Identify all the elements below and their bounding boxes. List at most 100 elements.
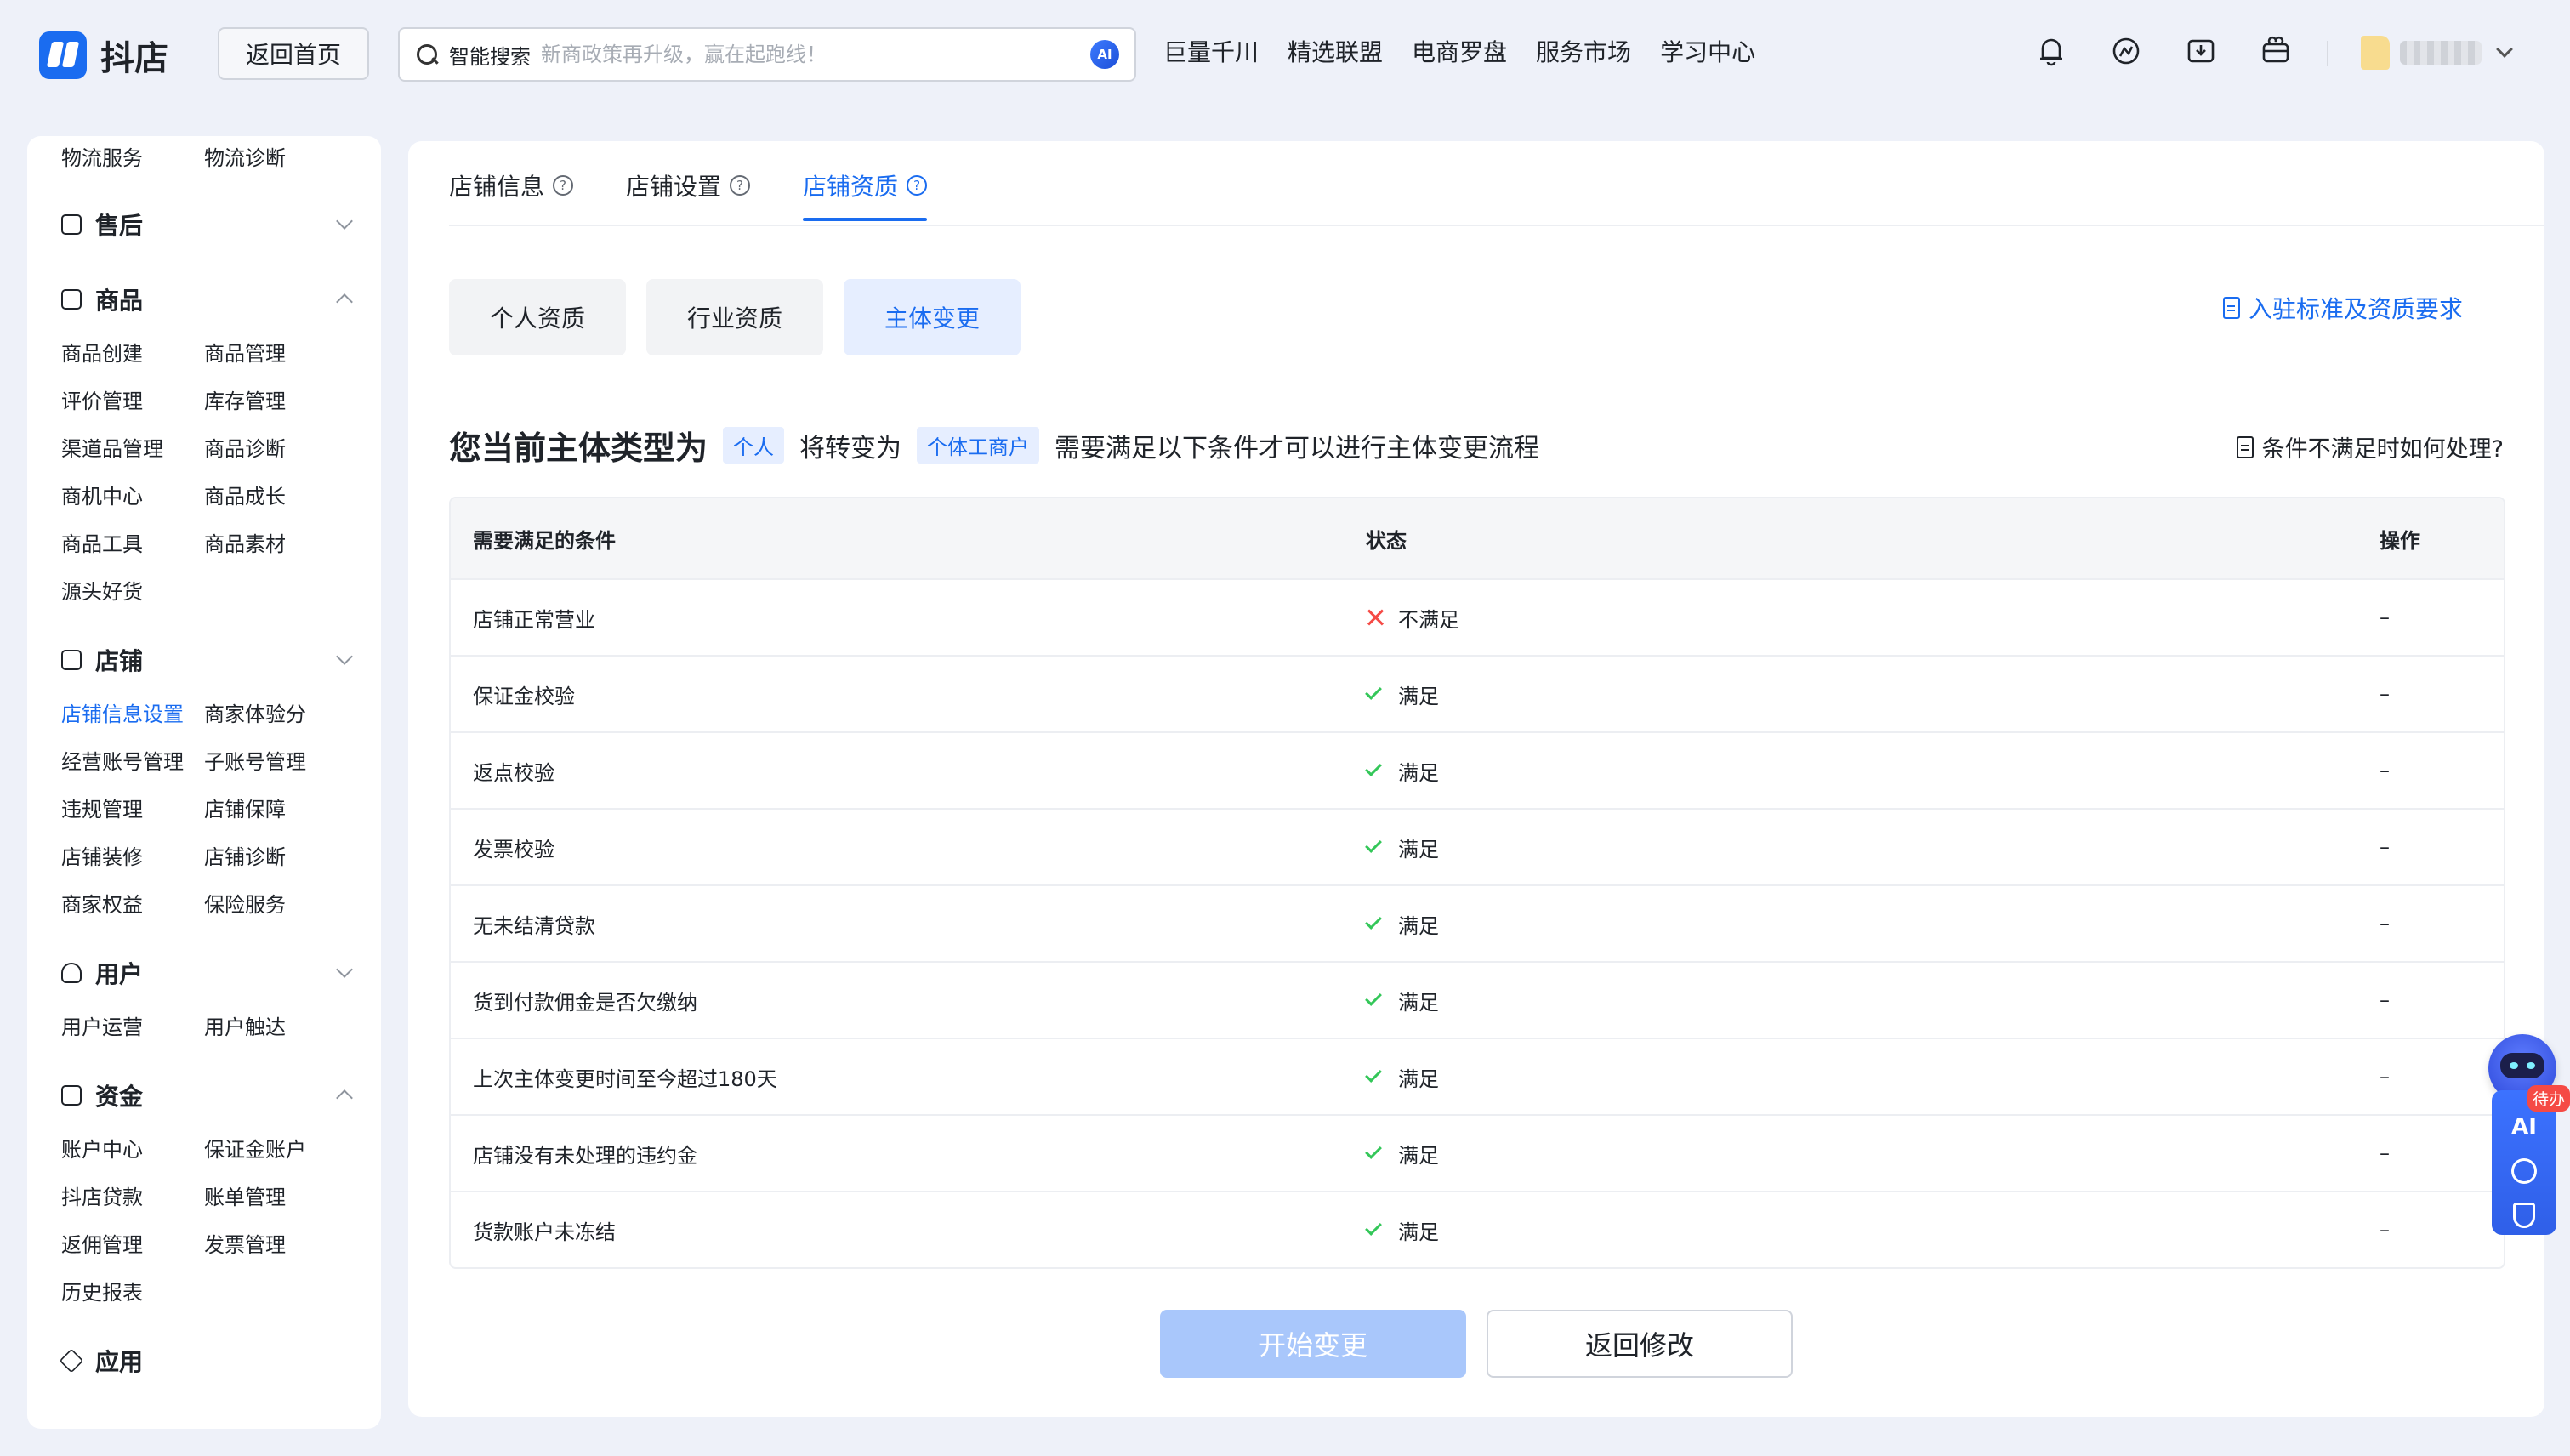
heading-prefix: 您当前主体类型为 xyxy=(449,429,708,467)
page-tabs: 店铺信息 ? 店铺设置 ? 店铺资质 ? xyxy=(449,168,928,221)
headset-icon[interactable] xyxy=(2511,1158,2537,1184)
status-text: 满足 xyxy=(1398,760,1439,785)
sidebar-item[interactable]: 历史报表 xyxy=(61,1276,143,1305)
chevron-down-icon xyxy=(336,213,353,230)
ai-assistant-button[interactable]: AI xyxy=(2511,1114,2537,1140)
action-cell: – xyxy=(2380,835,2390,859)
sidebar-group-after-sales[interactable]: 售后 xyxy=(61,208,353,242)
sidebar-item[interactable]: 商品素材 xyxy=(204,527,286,557)
sidebar-group-title: 应用 xyxy=(95,1348,144,1376)
logo-icon xyxy=(39,31,87,79)
sidebar-item[interactable]: 用户触达 xyxy=(204,1010,286,1040)
sidebar-item[interactable]: 源头好货 xyxy=(61,575,143,605)
tab-label: 店铺设置 xyxy=(626,173,722,201)
sidebar-item[interactable]: 保险服务 xyxy=(204,888,286,918)
tab-label: 店铺资质 xyxy=(803,173,899,201)
status-text: 满足 xyxy=(1398,684,1439,708)
tab-shop-qualification[interactable]: 店铺资质 ? xyxy=(803,168,928,221)
help-circle-icon[interactable]: ? xyxy=(553,175,574,196)
subtab-personal[interactable]: 个人资质 xyxy=(449,279,626,355)
sidebar-item[interactable]: 返佣管理 xyxy=(61,1228,143,1258)
sidebar-item[interactable]: 商品工具 xyxy=(61,527,143,557)
sidebar-item[interactable]: 账单管理 xyxy=(204,1180,286,1210)
sidebar-group-shop[interactable]: 店铺 xyxy=(61,643,353,677)
home-button[interactable]: 返回首页 xyxy=(218,27,369,80)
sidebar-item[interactable]: 店铺保障 xyxy=(204,793,286,822)
brand-logo[interactable]: 抖店 xyxy=(39,31,168,80)
chevron-down-icon xyxy=(336,961,353,978)
sidebar-item[interactable]: 渠道品管理 xyxy=(61,432,163,462)
sidebar-item[interactable]: 商品管理 xyxy=(204,337,286,367)
search-bar[interactable]: 智能搜索 AI xyxy=(398,27,1136,82)
table-row: 货款账户未冻结 满足 – xyxy=(451,1191,2504,1267)
sidebar-item[interactable]: 账户中心 xyxy=(61,1133,143,1163)
bell-icon[interactable] xyxy=(2034,34,2068,68)
sidebar-group-app[interactable]: 应用 xyxy=(59,1344,350,1378)
condition-cell: 货款账户未冻结 xyxy=(473,1220,616,1244)
sidebar-item[interactable]: 店铺诊断 xyxy=(204,840,286,870)
condition-cell: 店铺正常营业 xyxy=(473,607,595,632)
sidebar-item[interactable]: 评价管理 xyxy=(61,384,143,414)
gift-box-icon[interactable] xyxy=(2259,34,2293,68)
condition-cell: 无未结清贷款 xyxy=(473,913,595,938)
subtab-entity-change[interactable]: 主体变更 xyxy=(844,279,1021,355)
subtab-industry[interactable]: 行业资质 xyxy=(646,279,823,355)
start-change-button[interactable]: 开始变更 xyxy=(1160,1310,1466,1378)
status-cell: 满足 xyxy=(1365,1062,2380,1092)
nav-link-learning-center[interactable]: 学习中心 xyxy=(1660,34,1755,68)
help-circle-icon[interactable]: ? xyxy=(730,175,751,196)
tab-shop-info[interactable]: 店铺信息 ? xyxy=(449,168,574,221)
sidebar-item[interactable]: 商家体验分 xyxy=(204,697,306,727)
unmet-help-link[interactable]: 条件不满足时如何处理? xyxy=(2236,430,2504,464)
after-sales-icon xyxy=(61,214,82,235)
sidebar-item[interactable]: 商品诊断 xyxy=(204,432,286,462)
sidebar-item[interactable]: 抖店贷款 xyxy=(61,1180,143,1210)
wallet-icon xyxy=(61,1085,82,1106)
action-cell: – xyxy=(2380,606,2390,629)
sidebar-item[interactable]: 经营账号管理 xyxy=(61,745,184,775)
ai-search-icon[interactable]: AI xyxy=(1090,40,1119,69)
sidebar-item[interactable]: 子账号管理 xyxy=(204,745,306,775)
user-name-blurred xyxy=(2400,41,2482,65)
nav-link-compass[interactable]: 电商罗盘 xyxy=(1412,34,1507,68)
help-circle-icon[interactable]: ? xyxy=(907,175,928,196)
sidebar-item[interactable]: 库存管理 xyxy=(204,384,286,414)
support-icon[interactable] xyxy=(2109,34,2143,68)
sidebar-item-shop-info-settings[interactable]: 店铺信息设置 xyxy=(61,697,184,727)
sidebar-item-logistics-service[interactable]: 物流服务 xyxy=(61,141,143,171)
status-cell: 满足 xyxy=(1365,680,2380,709)
shield-icon[interactable] xyxy=(2513,1203,2535,1228)
sidebar-item[interactable]: 商品成长 xyxy=(204,480,286,509)
sidebar-group-goods[interactable]: 商品 xyxy=(61,282,353,316)
nav-link-service-market[interactable]: 服务市场 xyxy=(1536,34,1631,68)
sidebar-item[interactable]: 保证金账户 xyxy=(204,1133,306,1163)
search-input[interactable] xyxy=(541,43,1080,66)
entity-heading: 您当前主体类型为 个人 将转变为 个体工商户 需要满足以下条件才可以进行主体变更… xyxy=(449,422,1539,469)
sidebar-item[interactable]: 商机中心 xyxy=(61,480,143,509)
sidebar-item[interactable]: 违规管理 xyxy=(61,793,143,822)
sidebar-item[interactable]: 店铺装修 xyxy=(61,840,143,870)
check-icon xyxy=(1365,683,1382,700)
tab-shop-settings[interactable]: 店铺设置 ? xyxy=(626,168,751,221)
status-cell: 不满足 xyxy=(1366,603,2380,633)
status-text: 满足 xyxy=(1398,990,1439,1015)
nav-link-qianchuan[interactable]: 巨量千川 xyxy=(1163,34,1259,68)
sidebar-item[interactable]: 发票管理 xyxy=(204,1228,286,1258)
column-header-condition: 需要满足的条件 xyxy=(473,528,616,553)
sidebar-item-logistics-diagnosis[interactable]: 物流诊断 xyxy=(204,141,286,171)
sidebar-group-user[interactable]: 用户 xyxy=(61,956,353,990)
user-menu[interactable] xyxy=(2361,36,2513,70)
floating-toolbar: AI xyxy=(2492,1090,2556,1235)
sidebar-group-title: 商品 xyxy=(95,287,144,315)
requirements-link[interactable]: 入驻标准及资质要求 xyxy=(2222,291,2463,325)
back-modify-button[interactable]: 返回修改 xyxy=(1487,1310,1793,1378)
todo-badge[interactable]: 待办 xyxy=(2527,1085,2570,1112)
chevron-up-icon xyxy=(336,1089,353,1106)
sidebar-item[interactable]: 商家权益 xyxy=(61,888,143,918)
nav-link-alliance[interactable]: 精选联盟 xyxy=(1288,34,1383,68)
sidebar-item[interactable]: 商品创建 xyxy=(61,337,143,367)
status-text: 满足 xyxy=(1398,1066,1439,1091)
sidebar-item[interactable]: 用户运营 xyxy=(61,1010,143,1040)
download-icon[interactable] xyxy=(2184,34,2218,68)
sidebar-group-fund[interactable]: 资金 xyxy=(61,1078,353,1112)
